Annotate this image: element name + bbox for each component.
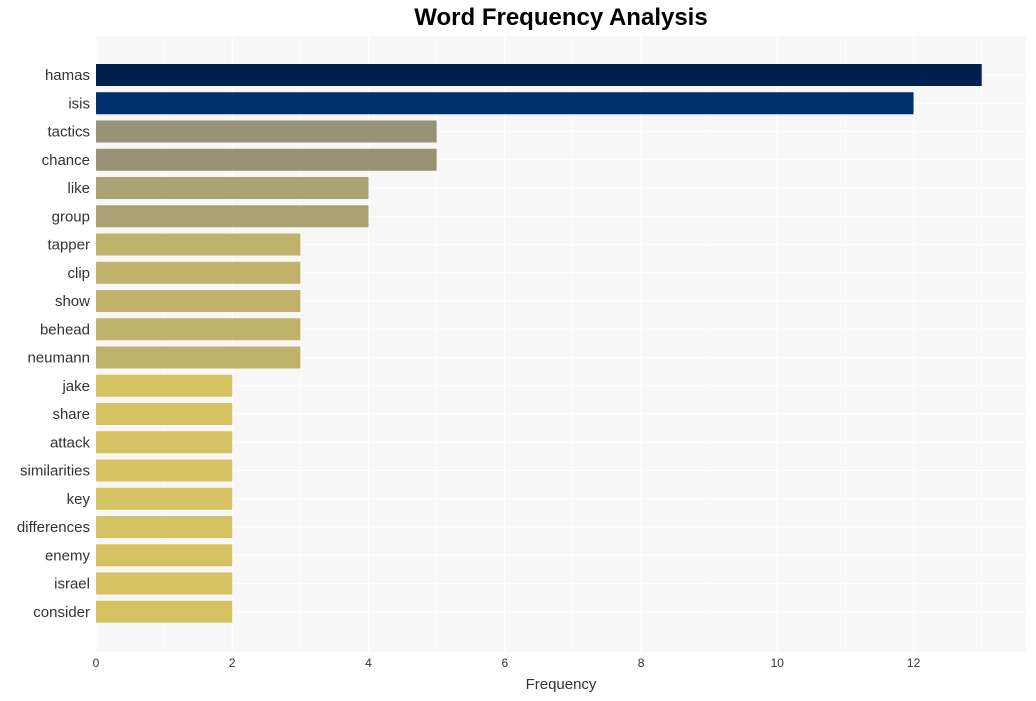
x-axis-ticks: 0 2 4 6 8 10 12 [93, 656, 921, 670]
bar-differences [96, 516, 233, 538]
bar-behead [96, 318, 301, 341]
bar-similarities [96, 459, 233, 482]
bar-group [96, 205, 369, 228]
bar-neumann [96, 346, 301, 369]
y-label-clip: clip [67, 265, 90, 282]
y-label-attack: attack [50, 434, 91, 451]
y-label-share: share [52, 406, 90, 423]
bar-chance [96, 148, 437, 171]
bar-tapper [96, 233, 301, 256]
y-axis-labels: hamas isis tactics chance like group tapper cli… [17, 67, 91, 621]
x-axis-label: Frequency [526, 676, 597, 693]
y-label-jake: jake [61, 378, 90, 395]
y-label-chance: chance [42, 152, 90, 169]
x-tick-label: 8 [638, 656, 645, 670]
bar-isis [96, 92, 914, 115]
y-label-israel: israel [54, 576, 90, 593]
y-label-differences: differences [17, 519, 90, 536]
bar-israel [96, 572, 233, 595]
y-label-key: key [67, 491, 91, 508]
bar-like [96, 177, 369, 199]
bar-clip [96, 261, 301, 284]
bar-share [96, 403, 233, 425]
y-label-tactics: tactics [47, 124, 90, 141]
y-label-behead: behead [40, 321, 90, 338]
y-label-like: like [67, 180, 90, 197]
bar-enemy [96, 544, 233, 567]
y-label-similarities: similarities [20, 463, 90, 480]
bar-chart: hamas isis tactics chance like group tapper cli… [17, 36, 1026, 693]
y-label-tapper: tapper [47, 237, 90, 254]
x-tick-label: 4 [365, 656, 372, 670]
y-label-enemy: enemy [45, 547, 91, 564]
bar-hamas [96, 64, 982, 86]
y-label-isis: isis [68, 95, 90, 112]
bar-key [96, 487, 233, 510]
bar-jake [96, 374, 233, 397]
x-tick-label: 6 [501, 656, 508, 670]
y-label-group: group [52, 208, 90, 225]
x-tick-label: 12 [907, 656, 921, 670]
bar-show [96, 290, 301, 312]
x-tick-label: 0 [93, 656, 100, 670]
y-label-hamas: hamas [45, 67, 90, 84]
y-label-neumann: neumann [27, 350, 90, 367]
x-tick-label: 10 [771, 656, 785, 670]
bar-tactics [96, 120, 437, 143]
bar-consider [96, 600, 233, 623]
y-label-show: show [55, 293, 90, 310]
x-tick-label: 2 [229, 656, 236, 670]
y-label-consider: consider [33, 604, 90, 621]
bar-attack [96, 431, 233, 454]
